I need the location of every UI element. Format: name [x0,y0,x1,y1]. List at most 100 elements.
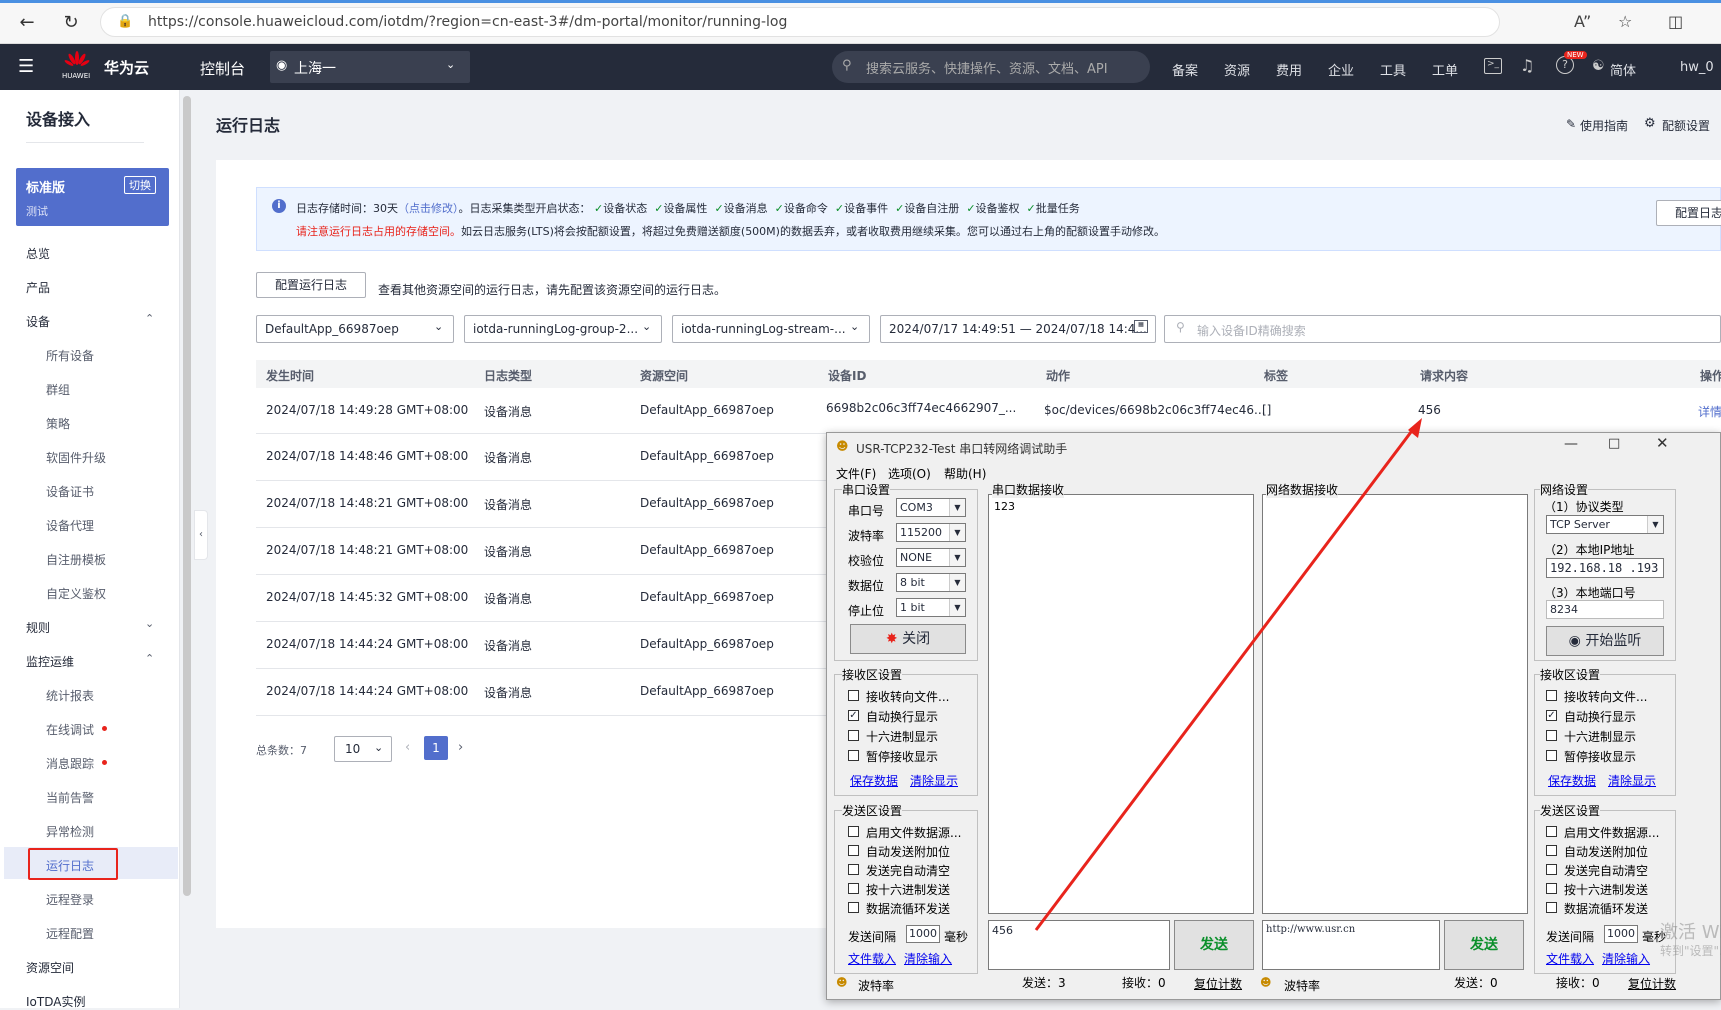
chevron-up-icon[interactable]: ⌃ [145,312,154,325]
proto-select[interactable]: TCP Server ▼ [1546,515,1664,534]
reset-count-button-2[interactable]: 复位计数 [1628,975,1676,992]
net-clear-input-link[interactable]: 清除输入 [1602,950,1650,967]
modify-link[interactable]: （点击修改） [398,202,459,215]
checkbox-loop-send[interactable] [848,902,859,913]
brand-name[interactable]: 华为云 [104,57,149,78]
global-search-placeholder[interactable]: 搜索云服务、快捷操作、资源、文档、API [866,58,1108,77]
nav-billing[interactable]: 费用 [1276,60,1302,79]
checkbox-net-loop-send[interactable] [1546,902,1557,913]
baud-select[interactable]: 115200 ▼ [896,523,966,542]
checkbox-file-source[interactable] [848,826,859,837]
serial-send-button[interactable]: 发送 [1174,920,1254,970]
menu-file[interactable]: 文件(F) [836,465,876,482]
net-save-data-link[interactable]: 保存数据 [1548,772,1596,789]
sidebar-item-overview[interactable]: 总览 [26,245,50,262]
bell-icon[interactable]: ♫ [1520,56,1534,75]
sidebar-item-proxy[interactable]: 设备代理 [46,517,94,534]
checkbox-net-append-bit[interactable] [1546,845,1557,856]
combo-arrow-icon[interactable]: ▼ [949,574,965,591]
combo-arrow-icon[interactable]: ▼ [949,549,965,566]
sidebar-item-remote-login[interactable]: 远程登录 [46,891,94,908]
interval-input[interactable]: 1000 [906,925,940,943]
back-icon[interactable]: ← [16,12,38,34]
sidebar-item-iotda[interactable]: IoTDA实例 [26,993,85,1010]
sidebar-item-policies[interactable]: 策略 [46,415,70,432]
save-data-link[interactable]: 保存数据 [850,772,898,789]
url-text[interactable]: https://console.huaweicloud.com/iotdm/?r… [148,14,787,30]
sidebar-item-remote-config[interactable]: 远程配置 [46,925,94,942]
chevron-up-icon[interactable]: ⌃ [145,652,154,665]
net-interval-input[interactable]: 1000 [1604,925,1638,943]
row-detail-link[interactable]: 详情 [1698,403,1721,420]
sidebar-item-running-log[interactable]: 运行日志 [46,857,94,874]
sidebar-item-monitor[interactable]: 监控运维 [26,653,74,670]
collapse-sidebar-icon[interactable]: ‹ [194,510,208,560]
resource-space-select[interactable]: DefaultApp_66987oep [256,315,454,343]
globe-icon[interactable]: ☯ [1592,58,1605,74]
menu-options[interactable]: 选项(O) [888,465,931,482]
cloud-shell-icon[interactable]: >_ [1484,58,1502,74]
clear-input-link[interactable]: 清除输入 [904,950,952,967]
stop-bits-select[interactable]: 1 bit ▼ [896,598,966,617]
sidebar-item-alarms[interactable]: 当前告警 [46,789,94,806]
config-running-log-button[interactable]: 配置运行日志 [256,272,366,298]
next-page-icon[interactable]: › [458,740,463,755]
parity-select[interactable]: NONE ▼ [896,548,966,567]
local-port-input[interactable]: 8234 [1546,600,1664,619]
chevron-down-icon[interactable]: ⌄ [446,58,455,71]
chevron-down-icon[interactable]: ⌄ [374,741,383,754]
start-listen-button[interactable]: ◉ 开始监听 [1546,626,1664,656]
clear-display-link[interactable]: 清除显示 [910,772,958,789]
sidebar-item-custom-auth[interactable]: 自定义鉴权 [46,585,106,602]
console-link[interactable]: 控制台 [200,58,245,79]
combo-arrow-icon[interactable]: ▼ [949,499,965,516]
language-switch[interactable]: 简体 [1610,60,1636,79]
data-bits-select[interactable]: 8 bit ▼ [896,573,966,592]
user-menu[interactable]: hw_0 [1680,60,1714,75]
checkbox-net-hex-send[interactable] [1546,883,1557,894]
serial-recv-area[interactable] [988,494,1254,914]
checkbox-hex-send[interactable] [848,883,859,894]
chevron-down-icon[interactable]: ⌄ [850,320,859,333]
sidebar-item-message-trace[interactable]: 消息跟踪 [46,755,94,772]
checkbox-net-file-source[interactable] [1546,826,1557,837]
sidebar-item-firmware[interactable]: 软固件升级 [46,449,106,466]
net-load-file-link[interactable]: 文件载入 [1546,950,1594,967]
log-group-select[interactable]: iotda-runningLog-group-2... [464,315,662,343]
page-size-select[interactable]: 10 [334,736,392,762]
sidebar-item-all-devices[interactable]: 所有设备 [46,347,94,364]
huawei-logo-icon[interactable] [64,50,90,70]
checkbox-auto-clear[interactable] [848,864,859,875]
nav-beian[interactable]: 备案 [1172,60,1198,79]
page-1-button[interactable]: 1 [424,736,448,760]
config-log-button[interactable]: 配置日志 [1656,200,1721,226]
guide-icon[interactable]: ✎ [1566,117,1576,131]
checkbox-net-auto-clear[interactable] [1546,864,1557,875]
calendar-icon[interactable]: ▦ [1134,320,1148,333]
date-range-picker[interactable]: 2024/07/17 14:49:51 — 2024/07/18 14:4... [880,315,1156,343]
checkbox-hex-display[interactable] [848,730,859,741]
log-stream-select[interactable]: iotda-runningLog-stream-... [672,315,870,343]
checkbox-net-auto-wrap[interactable]: ✓ [1546,710,1557,721]
checkbox-append-bit[interactable] [848,845,859,856]
sidebar-item-groups[interactable]: 群组 [46,381,70,398]
sidebar-scrollbar[interactable] [183,96,191,896]
nav-enterprise[interactable]: 企业 [1328,60,1354,79]
net-clear-display-link[interactable]: 清除显示 [1608,772,1656,789]
chevron-down-icon[interactable]: ⌄ [434,320,443,333]
chevron-down-icon[interactable]: ⌄ [642,320,651,333]
sidebar-item-product[interactable]: 产品 [26,279,50,296]
combo-arrow-icon[interactable]: ▼ [949,524,965,541]
checkbox-auto-wrap[interactable]: ✓ [848,710,859,721]
net-send-input[interactable]: http://www.usr.cn [1262,920,1440,970]
guide-link[interactable]: 使用指南 [1580,117,1628,134]
nav-ticket[interactable]: 工单 [1432,60,1458,79]
chevron-down-icon[interactable]: ⌄ [145,617,154,630]
sidebar-item-resource-space[interactable]: 资源空间 [26,959,74,976]
checkbox-pause-recv[interactable] [848,750,859,761]
sidebar-item-online-debug[interactable]: 在线调试 [46,721,94,738]
checkbox-recv-file[interactable] [848,690,859,701]
serial-close-button[interactable]: ✸ 关闭 [850,624,966,654]
menu-help[interactable]: 帮助(H) [944,465,986,482]
ip-input[interactable]: 192.168.18 .193 [1546,558,1664,578]
